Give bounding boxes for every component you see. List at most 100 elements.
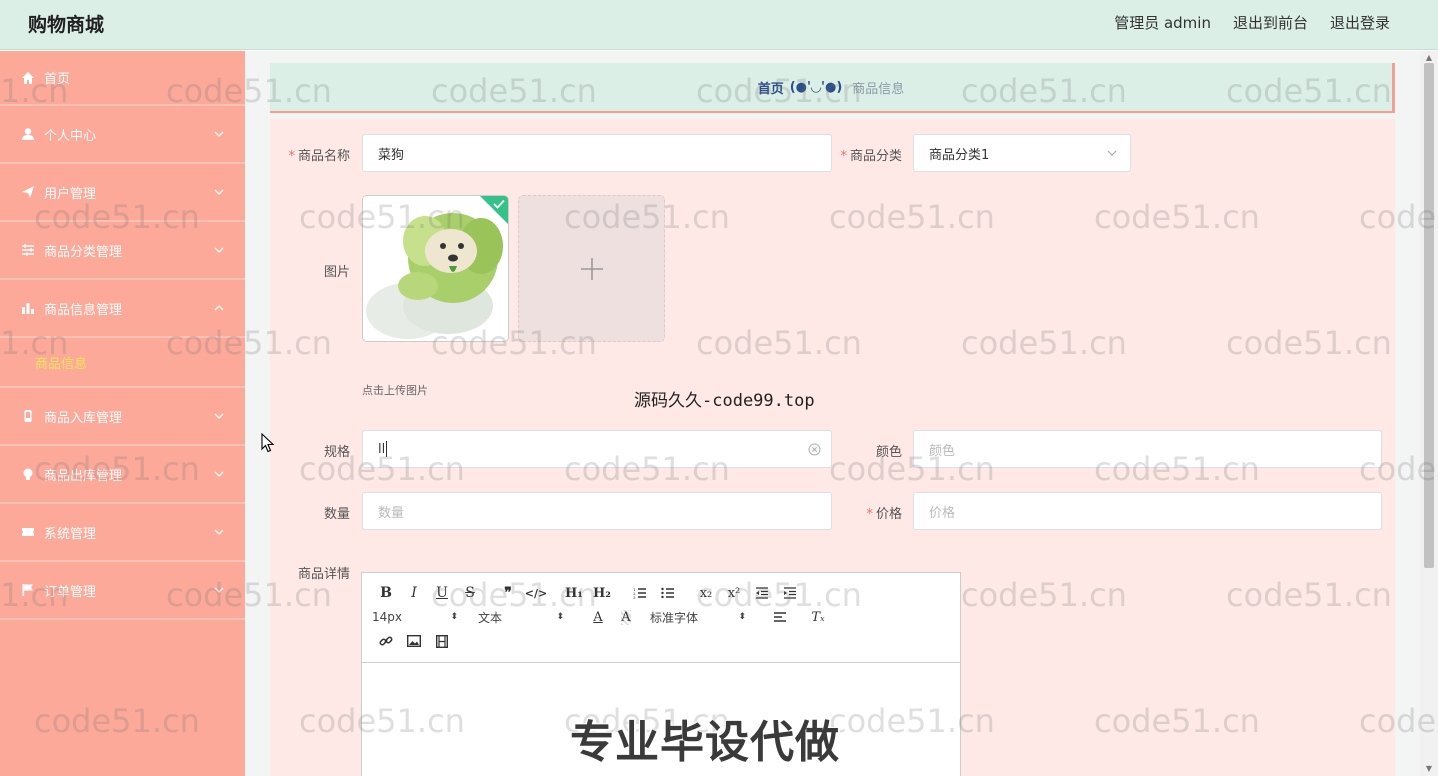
- flag-icon: [20, 582, 36, 598]
- scroll-thumb[interactable]: [1424, 63, 1434, 568]
- top-header: 购物商城 管理员 admin 退出到前台 退出登录: [0, 0, 1438, 50]
- send-icon: [20, 184, 36, 200]
- sidebar-item-user-management[interactable]: 用户管理: [0, 164, 245, 222]
- sidebar-item-label: 个人中心: [44, 128, 97, 144]
- ticket-icon: [20, 524, 36, 540]
- link-icon[interactable]: [372, 629, 400, 653]
- scroll-down-arrow[interactable]: ▼: [1424, 764, 1434, 774]
- blockquote-button[interactable]: ❞: [494, 581, 522, 605]
- clear-icon[interactable]: [808, 443, 821, 456]
- chevron-down-icon: [214, 247, 224, 253]
- price-label: * 价格: [866, 507, 902, 522]
- sidebar-item-label: 用户管理: [44, 186, 97, 202]
- chevron-down-icon: [214, 189, 224, 195]
- italic-button[interactable]: I: [400, 581, 428, 605]
- heading1-button[interactable]: H₁: [560, 581, 588, 605]
- indent-icon[interactable]: [776, 581, 804, 605]
- spec-input[interactable]: ll: [362, 430, 832, 468]
- sidebar-item-label: 商品出库管理: [44, 468, 123, 484]
- sidebar-item-category-management[interactable]: 商品分类管理: [0, 222, 245, 280]
- align-icon[interactable]: [766, 605, 794, 629]
- exit-to-front-link[interactable]: 退出到前台: [1233, 12, 1308, 33]
- quantity-input[interactable]: 数量: [362, 492, 832, 530]
- sidebar-item-label: 订单管理: [44, 584, 97, 600]
- sliders-icon: [20, 242, 36, 258]
- chevron-down-icon: [214, 471, 224, 477]
- sidebar-subitem-product-info[interactable]: 商品信息: [0, 338, 245, 388]
- chevron-up-icon: [214, 305, 224, 311]
- plus-icon: [580, 257, 603, 280]
- home-icon: [20, 70, 36, 86]
- sidebar-item-label: 商品信息管理: [44, 302, 123, 318]
- font-size-select[interactable]: 14px ⬍: [372, 610, 458, 624]
- sidebar-item-personal-center[interactable]: 个人中心: [0, 106, 245, 164]
- code-block-button[interactable]: </>: [522, 581, 550, 605]
- breadcrumb-separator: (●'◡'●): [789, 79, 843, 95]
- brand-title: 购物商城: [28, 14, 105, 36]
- font-family-select[interactable]: 标准字体 ⬍: [650, 609, 746, 626]
- bar-chart-icon: [20, 300, 36, 316]
- sidebar-item-label: 商品入库管理: [44, 410, 123, 426]
- chevron-down-icon: [1107, 150, 1117, 156]
- category-label: * 商品分类: [840, 149, 902, 164]
- page-scrollbar[interactable]: ▲ ▼: [1420, 51, 1438, 776]
- color-label: 颜色: [875, 445, 902, 460]
- chevron-down-icon: [214, 131, 224, 137]
- product-name-input[interactable]: 菜狗: [362, 134, 832, 172]
- price-input[interactable]: 价格: [913, 492, 1382, 530]
- outdent-icon[interactable]: [748, 581, 776, 605]
- mouse-cursor-icon: [261, 433, 275, 453]
- superscript-button[interactable]: x²: [720, 581, 748, 605]
- main-content: 首页 (●'◡'●) 商品信息 * 商品名称 菜狗 * 商品分类 商品分类1 图片: [245, 51, 1420, 776]
- name-label: * 商品名称: [288, 149, 350, 164]
- block-type-select[interactable]: 文本 ⬍: [478, 609, 564, 626]
- strike-button[interactable]: S: [456, 581, 484, 605]
- bold-button[interactable]: B: [372, 581, 400, 605]
- chevron-down-icon: [214, 587, 224, 593]
- sidebar-item-label: 系统管理: [44, 526, 97, 542]
- promo-banner: 专业毕设代做: [570, 717, 840, 768]
- source-note: 源码久久-code99.top: [634, 391, 815, 411]
- heading2-button[interactable]: H₂: [588, 581, 616, 605]
- ordered-list-icon[interactable]: 123: [626, 581, 654, 605]
- logout-link[interactable]: 退出登录: [1330, 12, 1390, 33]
- font-color-icon[interactable]: A: [584, 605, 612, 629]
- image-label: 图片: [323, 265, 350, 280]
- chevron-down-icon: [214, 413, 224, 419]
- detail-label: 商品详情: [297, 567, 350, 582]
- upload-hint: 点击上传图片: [362, 384, 428, 397]
- background-color-icon[interactable]: A: [612, 605, 640, 629]
- sidebar-item-stock-out-management[interactable]: 商品出库管理: [0, 446, 245, 504]
- chevron-down-icon: [214, 529, 224, 535]
- header-actions: 管理员 admin 退出到前台 退出登录: [1114, 12, 1390, 33]
- user-icon: [20, 126, 36, 142]
- phone-icon: [20, 408, 36, 424]
- sidebar-item-label: 商品分类管理: [44, 244, 123, 260]
- scroll-up-arrow[interactable]: ▲: [1424, 53, 1434, 63]
- sidebar-item-product-info-management[interactable]: 商品信息管理: [0, 280, 245, 338]
- clear-format-icon[interactable]: Tₓ: [804, 605, 832, 629]
- uploaded-image-thumbnail[interactable]: [362, 195, 509, 342]
- svg-text:3: 3: [633, 595, 636, 599]
- quantity-label: 数量: [323, 507, 350, 522]
- color-input[interactable]: 颜色: [913, 430, 1382, 468]
- video-icon[interactable]: [428, 629, 456, 653]
- sidebar-item-home[interactable]: 首页: [0, 51, 245, 106]
- bullet-list-icon[interactable]: [654, 581, 682, 605]
- sidebar-item-system-management[interactable]: 系统管理: [0, 504, 245, 562]
- subscript-button[interactable]: x₂: [692, 581, 720, 605]
- sidebar-item-order-management[interactable]: 订单管理: [0, 562, 245, 620]
- breadcrumb-home[interactable]: 首页: [758, 78, 784, 97]
- image-icon[interactable]: [400, 629, 428, 653]
- product-form: * 商品名称 菜狗 * 商品分类 商品分类1 图片 点击上传图片 规格 ll 颜…: [270, 119, 1395, 776]
- sidebar-subitem-label: 商品信息: [35, 356, 88, 372]
- check-icon: [493, 199, 505, 209]
- image-upload-button[interactable]: [518, 195, 665, 342]
- admin-user-label: 管理员 admin: [1114, 14, 1211, 32]
- editor-toolbar: B I U S ❞ </> H₁ H₂ 123 x₂ x² 14px ⬍ 文本 …: [362, 573, 960, 663]
- spec-label: 规格: [323, 445, 350, 460]
- underline-button[interactable]: U: [428, 581, 456, 605]
- product-category-select[interactable]: 商品分类1: [913, 134, 1131, 172]
- sidebar-item-stock-in-management[interactable]: 商品入库管理: [0, 388, 245, 446]
- breadcrumb: 首页 (●'◡'●) 商品信息: [270, 63, 1395, 111]
